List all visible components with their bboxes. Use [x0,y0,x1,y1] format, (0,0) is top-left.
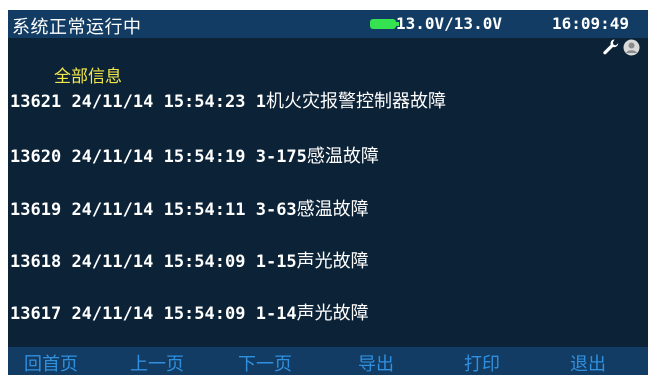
record-date: 24/11/14 [71,252,154,272]
record-event: 感温故障 [306,146,379,167]
record-event: 声光故障 [296,303,369,324]
wrench-icon [603,39,619,55]
record-event: 感温故障 [296,199,369,220]
record-date: 24/11/14 [71,92,154,112]
next-page-button[interactable]: 下一页 [238,350,292,376]
record-id: 13621 [10,92,62,112]
record-device: 1 [255,92,266,112]
list-item[interactable]: 13618 24/11/14 15:54:09 1-15声光故障 [10,247,369,273]
print-button[interactable]: 打印 [464,350,500,376]
prev-page-button[interactable]: 上一页 [130,350,184,376]
record-id: 13618 [10,252,62,272]
record-device: 3-63 [255,200,297,220]
record-id: 13620 [10,147,62,167]
record-time: 15:54:09 [163,304,246,324]
page-title: 全部信息 [54,67,122,87]
list-item[interactable]: 13621 24/11/14 15:54:23 1机火灾报警控制器故障 [10,87,446,113]
battery-icon [370,19,399,29]
device-screen: 系统正常运行中 13.0V/13.0V 16:09:49 全部信息 13621 … [8,10,648,375]
record-device: 1-15 [255,252,297,272]
record-device: 3-175 [255,147,307,167]
user-icon [623,39,640,56]
record-id: 13619 [10,200,62,220]
record-time: 15:54:23 [163,92,246,112]
home-button[interactable]: 回首页 [24,350,78,376]
list-item[interactable]: 13619 24/11/14 15:54:11 3-63感温故障 [10,195,369,221]
record-event: 声光故障 [296,251,369,272]
record-event: 机火灾报警控制器故障 [265,91,446,112]
export-button[interactable]: 导出 [358,350,394,376]
record-time: 15:54:11 [163,200,246,220]
record-date: 24/11/14 [71,304,154,324]
record-device: 1-14 [255,304,297,324]
record-id: 13617 [10,304,62,324]
list-item[interactable]: 13620 24/11/14 15:54:19 3-175感温故障 [10,142,379,168]
system-status-text: 系统正常运行中 [12,17,142,38]
exit-button[interactable]: 退出 [570,350,606,376]
record-date: 24/11/14 [71,147,154,167]
bottom-nav: 回首页 上一页 下一页 导出 打印 退出 [8,347,648,375]
list-item[interactable]: 13617 24/11/14 15:54:09 1-14声光故障 [10,299,369,325]
record-date: 24/11/14 [71,200,154,220]
clock: 16:09:49 [552,14,630,33]
status-bar: 系统正常运行中 13.0V/13.0V 16:09:49 [8,10,648,38]
record-time: 15:54:19 [163,147,246,167]
voltage-readout: 13.0V/13.0V [396,14,502,33]
record-time: 15:54:09 [163,252,246,272]
